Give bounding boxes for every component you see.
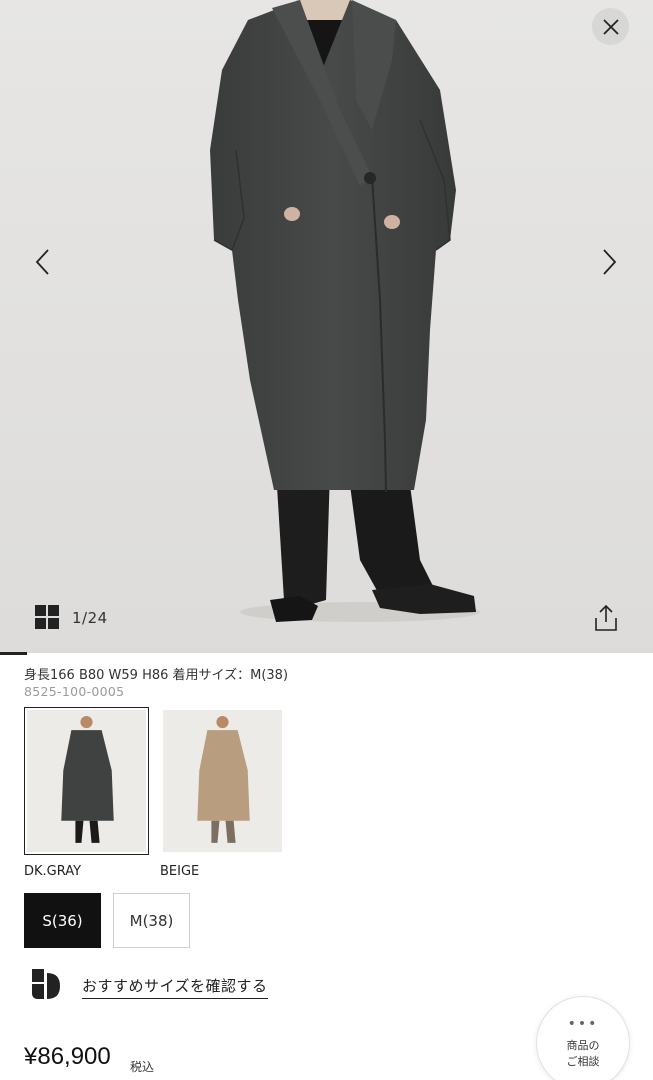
color-thumbnail-beige — [163, 710, 282, 852]
more-dots-icon: ••• — [567, 1015, 599, 1032]
tax-label: 税込 — [130, 1060, 155, 1074]
color-swatch-dk-gray[interactable] — [24, 707, 149, 855]
chevron-left-icon — [35, 249, 49, 275]
share-button[interactable] — [590, 602, 622, 634]
color-label-beige: BEIGE — [160, 864, 200, 879]
consult-label-line2: ご相談 — [566, 1054, 600, 1068]
recommended-size-link[interactable]: おすすめサイズを確認する — [82, 975, 268, 999]
product-photo — [0, 0, 653, 653]
gallery-progress-indicator — [0, 652, 27, 655]
next-image-button[interactable] — [590, 240, 630, 284]
close-button[interactable] — [592, 8, 629, 45]
price: ¥86,900 — [24, 1043, 111, 1070]
previous-image-button[interactable] — [22, 240, 62, 284]
product-consultation-button[interactable]: ••• 商品の ご相談 — [536, 996, 630, 1080]
size-option-m[interactable]: M(38) — [113, 893, 190, 948]
thumbnail-grid-button[interactable] — [34, 604, 60, 630]
grid-icon — [35, 605, 59, 629]
share-icon — [595, 604, 617, 631]
size-advisor-logo-icon — [32, 969, 60, 999]
color-swatch-beige[interactable] — [160, 707, 285, 855]
size-option-s[interactable]: S(36) — [24, 893, 101, 948]
color-thumbnail-dk-gray — [27, 710, 146, 852]
product-code: 8525-100-0005 — [24, 684, 125, 699]
consult-label-line1: 商品の — [566, 1038, 600, 1052]
image-counter: 1/24 — [72, 609, 108, 627]
close-icon — [602, 18, 619, 35]
product-image-gallery[interactable]: 1/24 — [0, 0, 653, 653]
model-info: 身長166 B80 W59 H86 着用サイズ：M(38) — [24, 668, 289, 683]
color-label-dk-gray: DK.GRAY — [24, 864, 82, 879]
chevron-right-icon — [603, 249, 617, 275]
